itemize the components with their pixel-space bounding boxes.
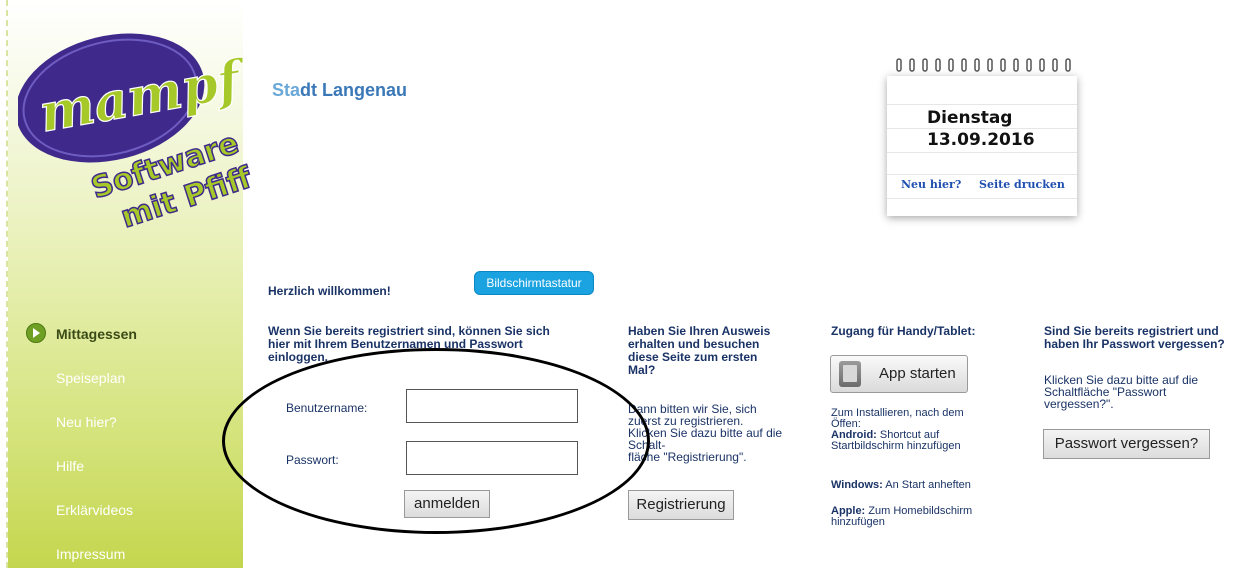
mobile-install-text: Zum Installieren, nach dem Öffen: Androi… xyxy=(831,408,1011,452)
phone-icon xyxy=(839,361,861,387)
sidebar-item-erklaervideos[interactable]: Erklärvideos xyxy=(56,502,133,518)
forgot-text-line: vergessen?". xyxy=(1044,397,1114,411)
calendar-rule xyxy=(887,128,1077,129)
login-intro: Wenn Sie bereits registriert sind, könne… xyxy=(268,325,598,364)
calendar-day: Dienstag xyxy=(927,108,1013,128)
windows-label: Windows: xyxy=(831,479,883,491)
register-text: Dann bitten wir Sie, sich zuerst zu regi… xyxy=(628,403,818,463)
calendar-rings-icon xyxy=(896,58,1071,72)
sidebar-item-neu-hier[interactable]: Neu hier? xyxy=(56,414,117,430)
app-start-button[interactable]: App starten xyxy=(830,355,968,393)
username-input[interactable] xyxy=(406,389,578,423)
sidebar-item-speiseplan[interactable]: Speiseplan xyxy=(56,370,125,386)
print-page-link[interactable]: Seite drucken xyxy=(979,178,1065,191)
sidebar: mampf Software mit Pfiff Mittagessen Spe… xyxy=(8,0,257,568)
windows-desc: An Start anheften xyxy=(885,479,971,491)
username-label: Benutzername: xyxy=(286,401,368,415)
page-title: Stadt Langenau xyxy=(272,80,407,101)
sidebar-item-hilfe[interactable]: Hilfe xyxy=(56,458,84,474)
forgot-text: Klicken Sie dazu bitte auf die Schaltflä… xyxy=(1044,374,1234,410)
mampf-logo: mampf Software mit Pfiff xyxy=(18,33,257,228)
android-text-2: Startbildschirm hinzufügen xyxy=(831,440,961,452)
register-heading: Haben Sie Ihren Ausweis erhalten und bes… xyxy=(628,325,818,377)
sidebar-edge xyxy=(0,0,8,568)
calendar-rule xyxy=(887,198,1077,199)
forgot-heading-line: haben Ihr Passwort vergessen? xyxy=(1044,337,1225,351)
city-prefix: Sta xyxy=(272,80,301,100)
password-label: Passwort: xyxy=(286,453,339,467)
register-button[interactable]: Registrierung xyxy=(628,490,734,520)
calendar-date: 13.09.2016 xyxy=(927,130,1035,150)
apple-desc-2: hinzufügen xyxy=(831,516,885,528)
calendar-rule xyxy=(887,104,1077,105)
new-here-link[interactable]: Neu hier? xyxy=(901,178,961,191)
city-name: dt Langenau xyxy=(300,80,408,100)
login-intro-line: einloggen. xyxy=(268,350,328,364)
login-button[interactable]: anmelden xyxy=(404,490,490,518)
apple-text: Apple: Zum Homebildschirm hinzufügen xyxy=(831,506,1011,528)
password-input[interactable] xyxy=(406,441,578,475)
welcome-text: Herzlich willkommen! xyxy=(268,284,391,298)
calendar-rule xyxy=(887,174,1077,175)
sidebar-item-mittagessen[interactable]: Mittagessen xyxy=(56,326,137,342)
mobile-heading: Zugang für Handy/Tablet: xyxy=(831,324,976,338)
calendar-widget: Dienstag 13.09.2016 Neu hier? Seite druc… xyxy=(887,76,1077,216)
register-heading-line: diese Seite zum ersten xyxy=(628,350,758,364)
forgot-heading: Sind Sie bereits registriert und haben I… xyxy=(1044,325,1244,351)
register-text-line: fläche "Registrierung". xyxy=(628,450,747,464)
app-start-label: App starten xyxy=(879,365,956,382)
sidebar-item-impressum[interactable]: Impressum xyxy=(56,546,125,562)
screen-keyboard-button[interactable]: Bildschirmtastatur xyxy=(474,271,594,295)
forgot-password-button[interactable]: Passwort vergessen? xyxy=(1043,429,1210,459)
windows-text: Windows: An Start anheften xyxy=(831,479,1011,491)
calendar-rule xyxy=(887,152,1077,153)
register-heading-line: Mal? xyxy=(628,363,656,377)
active-arrow-icon xyxy=(26,323,46,343)
